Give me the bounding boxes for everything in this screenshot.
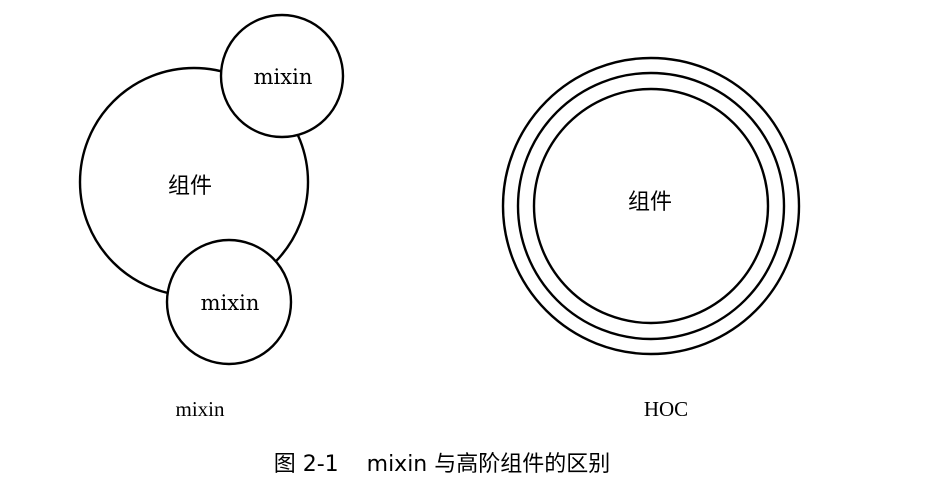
mixin-top-label: mixin xyxy=(254,65,313,89)
hoc-component-label: 组件 xyxy=(628,190,672,215)
figure-caption: 图 2-1 mixin 与高阶组件的区别 xyxy=(274,452,611,477)
hoc-diagram: 组件 HOC xyxy=(501,56,801,421)
figure-mixin-vs-hoc: 组件 mixin mixin mixin 组件 HOC 图 2-1 mixin … xyxy=(78,13,801,477)
mixin-bottom-label: mixin xyxy=(201,291,260,315)
mixin-caption: mixin xyxy=(175,397,225,421)
hoc-caption: HOC xyxy=(644,397,688,421)
component-label: 组件 xyxy=(168,174,212,199)
mixin-diagram: 组件 mixin mixin mixin xyxy=(78,13,345,421)
